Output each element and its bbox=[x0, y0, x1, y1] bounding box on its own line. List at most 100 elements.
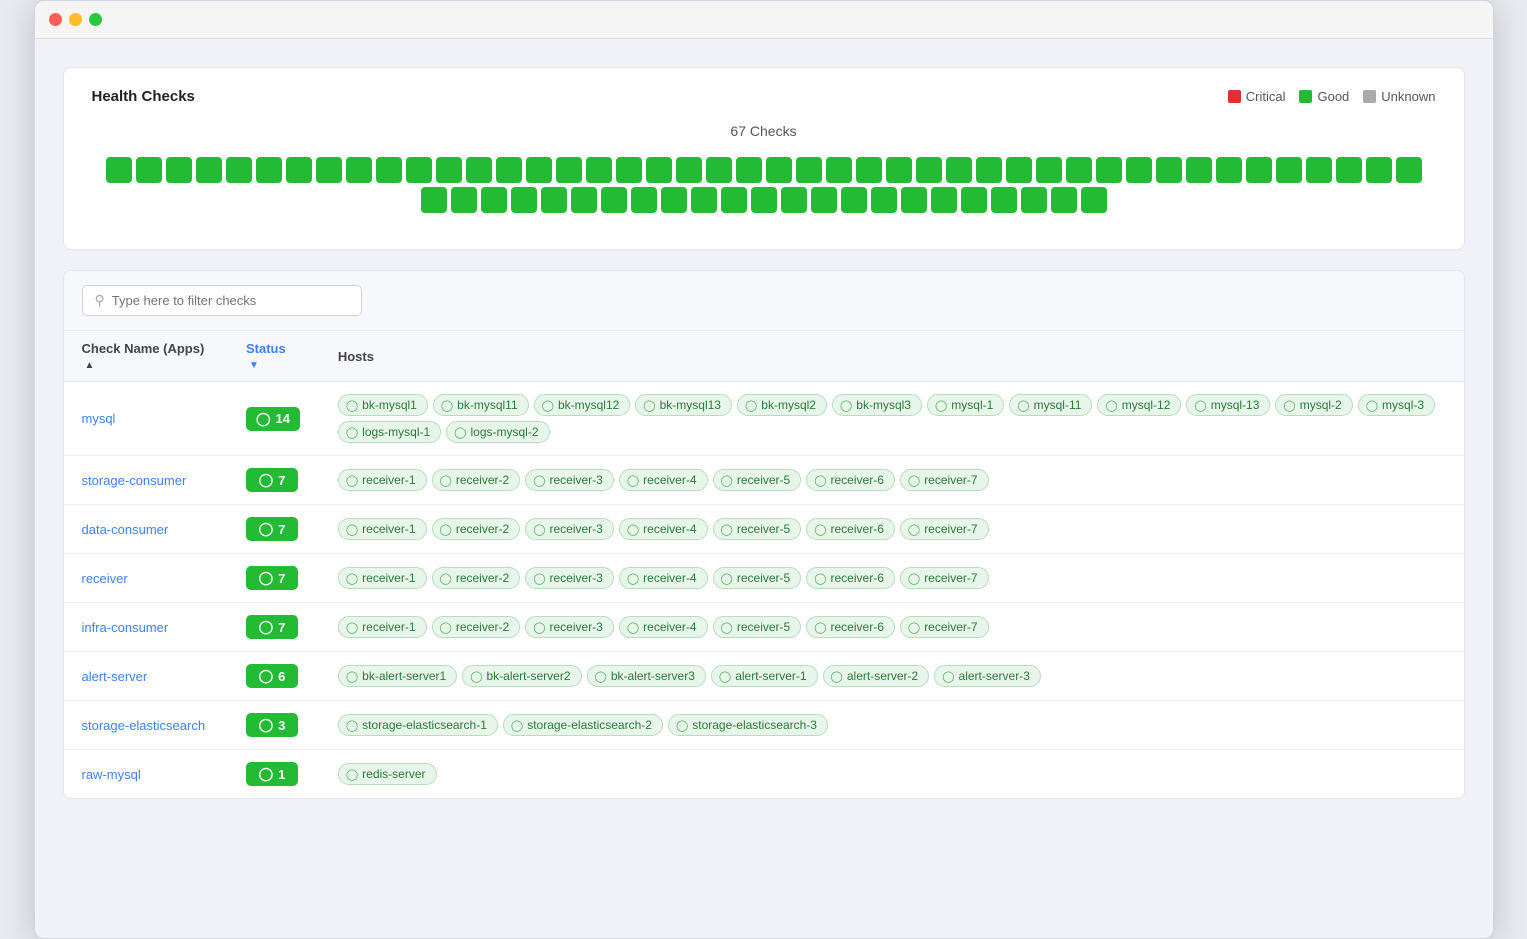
host-tag[interactable]: ◯receiver-3 bbox=[525, 518, 614, 540]
host-tag[interactable]: ◯bk-mysql12 bbox=[534, 394, 631, 416]
host-tag[interactable]: ◯logs-mysql-1 bbox=[338, 421, 441, 443]
check-square[interactable] bbox=[496, 157, 522, 183]
filter-input-wrap[interactable]: ⚲ bbox=[82, 285, 362, 316]
check-square[interactable] bbox=[421, 187, 447, 213]
check-square[interactable] bbox=[466, 157, 492, 183]
check-name-link[interactable]: alert-server bbox=[82, 669, 148, 684]
check-square[interactable] bbox=[226, 157, 252, 183]
check-square[interactable] bbox=[346, 157, 372, 183]
check-square[interactable] bbox=[481, 187, 507, 213]
host-tag[interactable]: ◯receiver-2 bbox=[432, 567, 521, 589]
host-tag[interactable]: ◯bk-mysql3 bbox=[832, 394, 922, 416]
check-square[interactable] bbox=[1096, 157, 1122, 183]
host-tag[interactable]: ◯mysql-11 bbox=[1009, 394, 1092, 416]
host-tag[interactable]: ◯receiver-1 bbox=[338, 616, 427, 638]
host-tag[interactable]: ◯receiver-1 bbox=[338, 567, 427, 589]
host-tag[interactable]: ◯receiver-4 bbox=[619, 567, 708, 589]
host-tag[interactable]: ◯receiver-4 bbox=[619, 469, 708, 491]
check-square[interactable] bbox=[256, 157, 282, 183]
host-tag[interactable]: ◯receiver-2 bbox=[432, 518, 521, 540]
host-tag[interactable]: ◯alert-server-2 bbox=[823, 665, 930, 687]
check-square[interactable] bbox=[931, 187, 957, 213]
check-square[interactable] bbox=[991, 187, 1017, 213]
check-square[interactable] bbox=[946, 157, 972, 183]
check-square[interactable] bbox=[1156, 157, 1182, 183]
check-square[interactable] bbox=[376, 157, 402, 183]
host-tag[interactable]: ◯alert-server-1 bbox=[711, 665, 818, 687]
check-square[interactable] bbox=[646, 157, 672, 183]
check-square[interactable] bbox=[856, 157, 882, 183]
check-name-link[interactable]: data-consumer bbox=[82, 522, 169, 537]
check-square[interactable] bbox=[1006, 157, 1032, 183]
check-square[interactable] bbox=[556, 157, 582, 183]
host-tag[interactable]: ◯storage-elasticsearch-3 bbox=[668, 714, 828, 736]
check-square[interactable] bbox=[106, 157, 132, 183]
host-tag[interactable]: ◯receiver-2 bbox=[432, 469, 521, 491]
host-tag[interactable]: ◯receiver-6 bbox=[806, 518, 895, 540]
host-tag[interactable]: ◯mysql-1 bbox=[927, 394, 1004, 416]
host-tag[interactable]: ◯receiver-2 bbox=[432, 616, 521, 638]
check-square[interactable] bbox=[961, 187, 987, 213]
host-tag[interactable]: ◯alert-server-3 bbox=[934, 665, 1041, 687]
check-square[interactable] bbox=[1051, 187, 1077, 213]
check-square[interactable] bbox=[901, 187, 927, 213]
host-tag[interactable]: ◯storage-elasticsearch-1 bbox=[338, 714, 498, 736]
host-tag[interactable]: ◯logs-mysql-2 bbox=[446, 421, 549, 443]
check-square[interactable] bbox=[706, 157, 732, 183]
check-name-link[interactable]: raw-mysql bbox=[82, 767, 141, 782]
host-tag[interactable]: ◯receiver-5 bbox=[713, 469, 802, 491]
check-square[interactable] bbox=[766, 157, 792, 183]
check-square[interactable] bbox=[1246, 157, 1272, 183]
host-tag[interactable]: ◯bk-alert-server2 bbox=[462, 665, 581, 687]
check-square[interactable] bbox=[631, 187, 657, 213]
check-square[interactable] bbox=[886, 157, 912, 183]
check-square[interactable] bbox=[721, 187, 747, 213]
check-square[interactable] bbox=[1036, 157, 1062, 183]
host-tag[interactable]: ◯receiver-6 bbox=[806, 469, 895, 491]
host-tag[interactable]: ◯bk-mysql2 bbox=[737, 394, 827, 416]
host-tag[interactable]: ◯receiver-7 bbox=[900, 567, 989, 589]
check-square[interactable] bbox=[1366, 157, 1392, 183]
check-square[interactable] bbox=[751, 187, 777, 213]
check-square[interactable] bbox=[826, 157, 852, 183]
host-tag[interactable]: ◯receiver-5 bbox=[713, 567, 802, 589]
check-square[interactable] bbox=[451, 187, 477, 213]
host-tag[interactable]: ◯receiver-4 bbox=[619, 518, 708, 540]
minimize-button[interactable] bbox=[69, 13, 82, 26]
host-tag[interactable]: ◯mysql-13 bbox=[1186, 394, 1270, 416]
host-tag[interactable]: ◯bk-alert-server1 bbox=[338, 665, 457, 687]
check-square[interactable] bbox=[871, 187, 897, 213]
host-tag[interactable]: ◯receiver-5 bbox=[713, 518, 802, 540]
host-tag[interactable]: ◯bk-alert-server3 bbox=[587, 665, 706, 687]
check-square[interactable] bbox=[406, 157, 432, 183]
check-square[interactable] bbox=[811, 187, 837, 213]
col-status[interactable]: Status ▼ bbox=[228, 331, 320, 382]
check-square[interactable] bbox=[1306, 157, 1332, 183]
check-square[interactable] bbox=[736, 157, 762, 183]
host-tag[interactable]: ◯receiver-4 bbox=[619, 616, 708, 638]
check-square[interactable] bbox=[1081, 187, 1107, 213]
check-square[interactable] bbox=[1186, 157, 1212, 183]
check-square[interactable] bbox=[526, 157, 552, 183]
host-tag[interactable]: ◯mysql-12 bbox=[1097, 394, 1181, 416]
filter-input[interactable] bbox=[112, 293, 349, 308]
check-square[interactable] bbox=[1216, 157, 1242, 183]
check-square[interactable] bbox=[316, 157, 342, 183]
host-tag[interactable]: ◯receiver-1 bbox=[338, 469, 427, 491]
host-tag[interactable]: ◯receiver-3 bbox=[525, 567, 614, 589]
check-square[interactable] bbox=[781, 187, 807, 213]
host-tag[interactable]: ◯bk-mysql1 bbox=[338, 394, 428, 416]
check-name-link[interactable]: infra-consumer bbox=[82, 620, 169, 635]
host-tag[interactable]: ◯receiver-7 bbox=[900, 518, 989, 540]
host-tag[interactable]: ◯bk-mysql11 bbox=[433, 394, 529, 416]
host-tag[interactable]: ◯receiver-3 bbox=[525, 469, 614, 491]
check-square[interactable] bbox=[1336, 157, 1362, 183]
check-square[interactable] bbox=[1066, 157, 1092, 183]
check-square[interactable] bbox=[136, 157, 162, 183]
check-square[interactable] bbox=[661, 187, 687, 213]
check-square[interactable] bbox=[676, 157, 702, 183]
check-square[interactable] bbox=[1396, 157, 1422, 183]
check-name-link[interactable]: mysql bbox=[82, 411, 116, 426]
host-tag[interactable]: ◯storage-elasticsearch-2 bbox=[503, 714, 663, 736]
check-square[interactable] bbox=[196, 157, 222, 183]
